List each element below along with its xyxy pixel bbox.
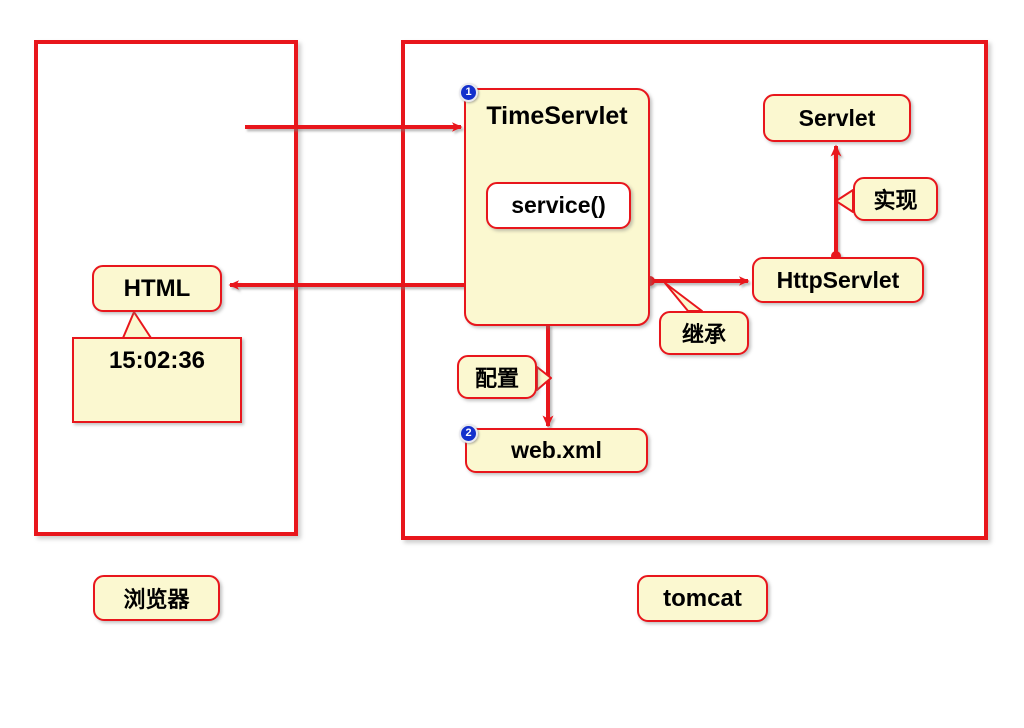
node-service-method[interactable]: service() — [486, 182, 631, 229]
browser-container-label: 浏览器 — [93, 575, 220, 621]
callout-extends-label: 继承 — [681, 323, 726, 348]
browser-label-text: 浏览器 — [123, 588, 190, 613]
node-httpservlet-label: HttpServlet — [776, 266, 900, 293]
node-service-label: service() — [511, 192, 606, 218]
node-html[interactable]: HTML — [92, 265, 222, 312]
node-httpservlet[interactable]: HttpServlet — [752, 257, 924, 303]
callout-configure-label: 配置 — [474, 367, 519, 392]
callout-extends: 继承 — [659, 311, 749, 355]
step-badge-1-value: 1 — [465, 86, 472, 98]
step-badge-1: 1 — [459, 83, 478, 102]
rendered-time-value: 15:02:36 — [108, 347, 206, 374]
node-rendered-time: 15:02:36 — [72, 337, 242, 423]
node-timeservlet-label: TimeServlet — [486, 102, 628, 130]
diagram-canvas: TimeServlet service() Servlet HttpServle… — [0, 0, 1024, 728]
node-servlet[interactable]: Servlet — [763, 94, 911, 142]
node-webxml-label: web.xml — [511, 437, 602, 463]
node-webxml[interactable]: web.xml — [465, 428, 648, 473]
tomcat-container-label: tomcat — [637, 575, 768, 622]
callout-implements-label: 实现 — [873, 189, 918, 214]
step-badge-2: 2 — [459, 424, 478, 443]
node-servlet-label: Servlet — [798, 104, 876, 131]
step-badge-2-value: 2 — [465, 427, 472, 439]
tomcat-label-text: tomcat — [663, 584, 742, 612]
node-html-label: HTML — [123, 274, 191, 302]
callout-configure: 配置 — [457, 355, 537, 399]
callout-implements: 实现 — [853, 177, 938, 221]
